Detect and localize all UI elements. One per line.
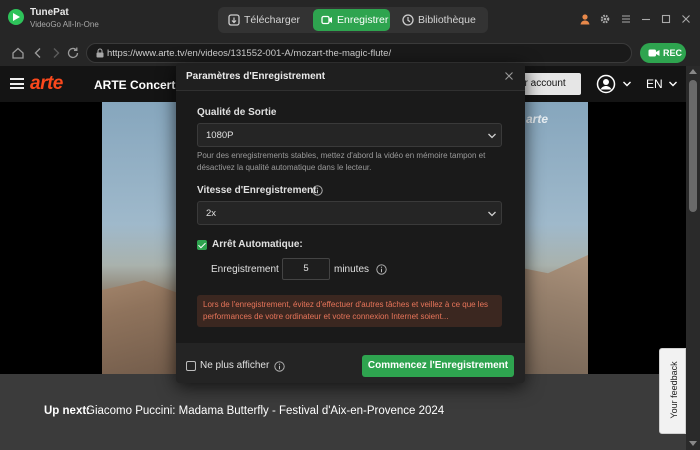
- info-icon[interactable]: [274, 361, 285, 372]
- language-selector[interactable]: EN: [646, 77, 663, 91]
- dialog-title: Paramètres d'Enregistrement: [186, 71, 326, 82]
- record-icon: [321, 15, 332, 25]
- rec-button[interactable]: REC: [640, 43, 686, 63]
- quality-value: 1080P: [206, 130, 234, 141]
- dialog-footer: Ne plus afficher Commencez l'Enregistrem…: [176, 343, 525, 383]
- info-icon[interactable]: [376, 264, 387, 275]
- speed-select[interactable]: 2x: [197, 201, 502, 225]
- feedback-label: Your feedback: [669, 361, 679, 419]
- gear-icon[interactable]: [599, 13, 611, 25]
- minimize-icon[interactable]: [640, 13, 652, 25]
- back-icon[interactable]: [30, 45, 46, 61]
- site-section-title[interactable]: ARTE Concert: [94, 78, 175, 92]
- duration-prefix: Enregistrement: [211, 264, 279, 275]
- app-window: TunePat VideoGo All-In-One Télécharger E…: [0, 0, 700, 450]
- speed-label: Vitesse d'Enregistrement: [197, 185, 317, 196]
- chevron-down-icon: [488, 211, 496, 217]
- mode-tabs: Télécharger Enregistrer Bibliothèque: [218, 7, 488, 33]
- home-icon[interactable]: [10, 45, 26, 61]
- quality-label: Qualité de Sortie: [197, 107, 277, 118]
- menu-icon[interactable]: [620, 13, 632, 25]
- dialog-header: Paramètres d'Enregistrement: [176, 63, 525, 91]
- scroll-up-arrow-icon[interactable]: [689, 69, 697, 74]
- tab-record-label: Enregistrer: [337, 14, 389, 26]
- scroll-thumb[interactable]: [689, 80, 697, 212]
- dialog-body: Qualité de Sortie 1080P Pour des enregis…: [176, 91, 525, 343]
- scroll-down-arrow-icon[interactable]: [689, 441, 697, 446]
- tab-record[interactable]: Enregistrer: [313, 9, 390, 31]
- scrollbar[interactable]: [686, 66, 700, 450]
- url-text: https://www.arte.tv/en/videos/131552-001…: [107, 48, 392, 59]
- app-subtitle: VideoGo All-In-One: [30, 20, 99, 29]
- tab-library[interactable]: Bibliothèque: [394, 9, 485, 31]
- account-button-label: ur account: [519, 78, 566, 89]
- app-logo-icon: [8, 9, 24, 25]
- forward-icon[interactable]: [48, 45, 64, 61]
- user-icon[interactable]: [596, 74, 616, 94]
- info-icon[interactable]: [312, 185, 323, 196]
- maximize-icon[interactable]: [660, 13, 672, 25]
- profile-icon[interactable]: [579, 13, 591, 25]
- lock-icon: [96, 48, 104, 58]
- chevron-down-icon: [488, 133, 496, 139]
- recording-warning: Lors de l'enregistrement, évitez d'effec…: [197, 295, 502, 327]
- app-name: TunePat: [30, 7, 69, 18]
- up-next-label: Up next:: [44, 405, 90, 417]
- reload-icon[interactable]: [65, 45, 81, 61]
- tab-download[interactable]: Télécharger: [220, 9, 310, 31]
- url-input[interactable]: https://www.arte.tv/en/videos/131552-001…: [86, 43, 632, 63]
- video-watermark: arte: [526, 112, 549, 126]
- auto-stop-label: Arrêt Automatique:: [212, 239, 303, 250]
- chevron-down-icon[interactable]: [622, 79, 632, 89]
- up-next-bar: Up next: Giacomo Puccini: Madama Butterf…: [0, 374, 686, 450]
- up-next-title[interactable]: Giacomo Puccini: Madama Butterfly - Fest…: [86, 405, 444, 417]
- duration-unit: minutes: [334, 264, 370, 275]
- start-recording-button[interactable]: Commencez l'Enregistrement: [362, 355, 514, 377]
- download-icon: [228, 14, 240, 26]
- rec-button-label: REC: [663, 48, 683, 58]
- auto-stop-checkbox[interactable]: [197, 240, 207, 250]
- speed-value: 2x: [206, 208, 217, 219]
- library-icon: [402, 14, 414, 26]
- close-icon[interactable]: [503, 70, 515, 82]
- dont-show-label: Ne plus afficher: [200, 360, 270, 371]
- hamburger-menu-icon[interactable]: [10, 78, 24, 89]
- quality-hint: Pour des enregistrements stables, mettez…: [197, 151, 486, 172]
- duration-input[interactable]: 5: [282, 258, 330, 280]
- tab-library-label: Bibliothèque: [418, 14, 476, 26]
- close-icon[interactable]: [680, 13, 692, 25]
- chevron-down-icon[interactable]: [668, 79, 678, 89]
- recording-settings-dialog: Paramètres d'Enregistrement Qualité de S…: [176, 63, 525, 383]
- camera-icon: [648, 49, 660, 57]
- arte-logo[interactable]: arte: [30, 73, 63, 95]
- tab-download-label: Télécharger: [244, 14, 301, 26]
- dont-show-checkbox[interactable]: [186, 361, 196, 371]
- quality-select[interactable]: 1080P: [197, 123, 502, 147]
- title-bar: TunePat VideoGo All-In-One Télécharger E…: [0, 0, 700, 40]
- feedback-tab[interactable]: Your feedback: [659, 348, 686, 434]
